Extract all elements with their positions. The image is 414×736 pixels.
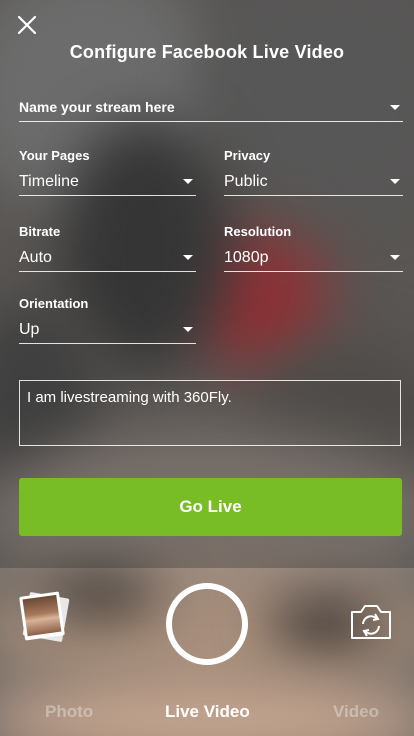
page-title: Configure Facebook Live Video [69,42,345,62]
close-button[interactable] [16,14,38,36]
resolution-select[interactable]: 1080p [224,245,403,272]
chevron-down-icon [183,179,193,184]
privacy-select[interactable]: Public [224,169,403,196]
privacy-value: Public [224,173,268,190]
flip-camera-icon [351,605,391,639]
pages-label: Your Pages [19,148,90,163]
stream-description-input[interactable]: I am livestreaming with 360Fly. [19,380,401,446]
close-icon [17,15,37,35]
chevron-down-icon [183,327,193,332]
go-live-button[interactable]: Go Live [19,478,402,536]
bitrate-value: Auto [19,249,52,266]
stream-name-field[interactable]: Name your stream here [19,95,403,122]
shutter-button[interactable] [166,583,248,665]
tab-photo[interactable]: Photo [45,702,93,722]
chevron-down-icon [390,255,400,260]
tab-video[interactable]: Video [333,702,379,722]
gallery-photo-card [19,591,65,641]
flip-camera-button[interactable] [348,600,394,642]
gallery-button[interactable] [19,591,72,644]
privacy-label: Privacy [224,148,271,163]
pages-select[interactable]: Timeline [19,169,196,196]
orientation-value: Up [19,321,40,338]
orientation-select[interactable]: Up [19,317,196,344]
orientation-label: Orientation [19,296,89,311]
resolution-value: 1080p [224,249,269,266]
bitrate-label: Bitrate [19,224,61,239]
pages-value: Timeline [19,173,79,190]
gallery-photo [22,594,62,637]
chevron-down-icon [390,105,400,110]
mode-tabs: Photo Live Video Video [0,690,414,736]
stream-name-placeholder: Name your stream here [19,99,175,115]
resolution-label: Resolution [224,224,292,239]
chevron-down-icon [390,179,400,184]
bitrate-select[interactable]: Auto [19,245,196,272]
tab-live-video[interactable]: Live Video [165,702,250,722]
chevron-down-icon [183,255,193,260]
